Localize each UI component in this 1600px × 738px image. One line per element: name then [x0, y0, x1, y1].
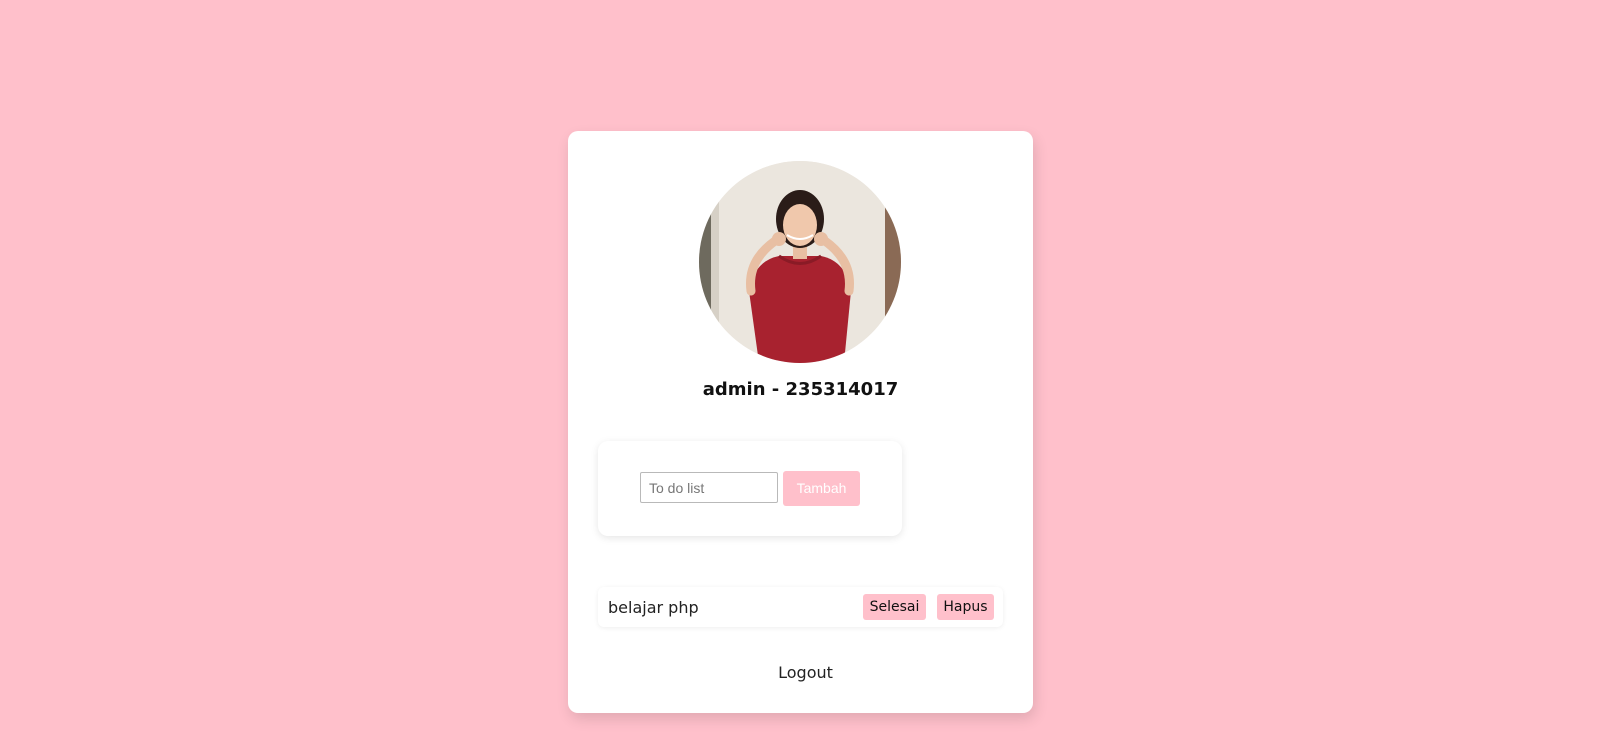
task-text: belajar php — [608, 598, 699, 617]
todo-input[interactable] — [640, 472, 778, 503]
todo-form: Tambah — [598, 441, 902, 536]
logout-link[interactable]: Logout — [568, 663, 1043, 682]
profile-photo — [699, 161, 901, 363]
profile-card: admin - 235314017 Tambah belajar php Sel… — [568, 131, 1033, 713]
add-button[interactable]: Tambah — [783, 471, 860, 506]
username-title: admin - 235314017 — [702, 379, 899, 400]
done-button[interactable]: Selesai — [863, 594, 926, 620]
avatar — [699, 161, 901, 363]
delete-button[interactable]: Hapus — [937, 594, 994, 620]
task-row: belajar php Selesai Hapus — [598, 587, 1003, 627]
